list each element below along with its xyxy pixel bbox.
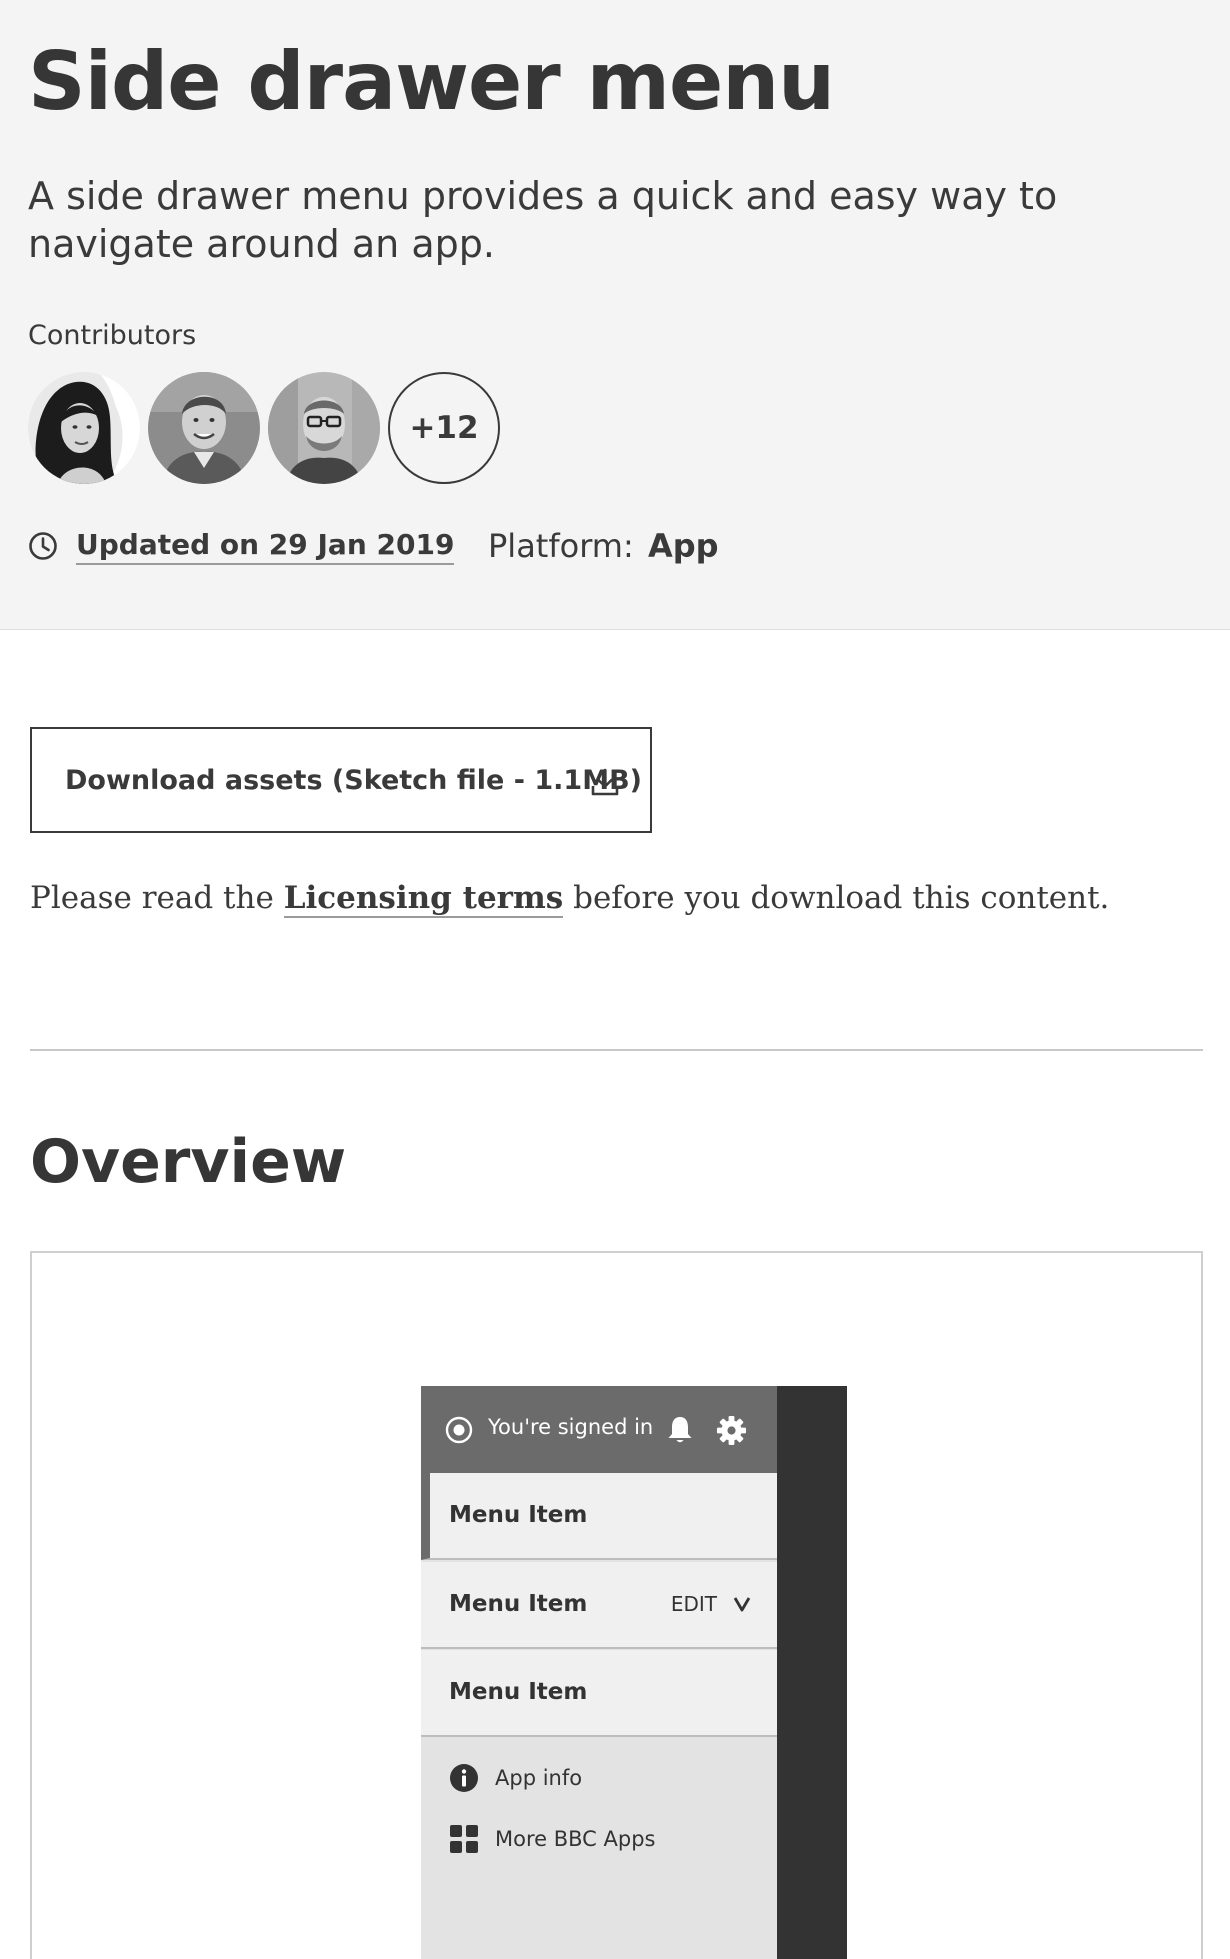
info-icon [450, 1764, 478, 1792]
overview-heading: Overview [30, 1127, 347, 1197]
updated-date-link[interactable]: Updated on 29 Jan 2019 [76, 527, 455, 565]
page-title: Side drawer menu [28, 35, 835, 128]
signed-in-status[interactable]: You're signed in [488, 1415, 653, 1439]
edit-label: EDIT [670, 1592, 717, 1616]
drawer-header: You're signed in [421, 1386, 777, 1473]
app-info-link[interactable]: App info [449, 1761, 582, 1795]
download-assets-label: Download assets (Sketch file - 1.1MB) [65, 764, 642, 796]
edit-toggle[interactable]: EDIT [671, 1592, 751, 1616]
download-icon [591, 768, 619, 796]
apps-grid-icon [450, 1825, 478, 1853]
section-divider [30, 1049, 1203, 1051]
contributor-avatar[interactable] [148, 372, 260, 484]
contributors-label: Contributors [28, 320, 197, 351]
more-bbc-apps-label: More BBC Apps [495, 1827, 656, 1851]
menu-item-label: Menu Item [449, 1679, 588, 1705]
download-assets-button[interactable]: Download assets (Sketch file - 1.1MB) [30, 727, 652, 833]
side-drawer-mockup: You're signed in Menu Item Menu Item EDI… [421, 1386, 847, 1959]
page-header: Side drawer menu A side drawer menu prov… [0, 0, 1230, 630]
contributor-avatar[interactable] [268, 372, 380, 484]
menu-item-label: Menu Item [449, 1591, 588, 1617]
menu-item-2[interactable]: Menu Item EDIT [421, 1562, 777, 1649]
chevron-down-icon [733, 1597, 751, 1612]
platform-value: App [648, 527, 719, 565]
menu-item-label: Menu Item [449, 1502, 588, 1528]
meta-row: Updated on 29 Jan 2019 Platform: App [28, 526, 719, 566]
more-bbc-apps-link[interactable]: More BBC Apps [449, 1822, 655, 1856]
menu-item-1[interactable]: Menu Item [421, 1473, 777, 1560]
user-icon [445, 1416, 473, 1444]
clock-icon [29, 532, 57, 560]
bell-icon[interactable] [666, 1415, 694, 1445]
drawer-panel: You're signed in Menu Item Menu Item EDI… [421, 1386, 777, 1959]
app-info-label: App info [495, 1766, 583, 1790]
gear-icon[interactable] [716, 1415, 747, 1446]
menu-item-3[interactable]: Menu Item [421, 1650, 777, 1737]
page-description: A side drawer menu provides a quick and … [28, 174, 1058, 266]
licensing-note: Please read the Licensing terms before y… [30, 880, 1110, 918]
more-contributors-button[interactable]: +12 [388, 372, 500, 484]
contributor-avatar[interactable] [28, 372, 140, 484]
licensing-terms-link[interactable]: Licensing terms [283, 880, 564, 918]
platform-label: Platform: [488, 527, 634, 565]
